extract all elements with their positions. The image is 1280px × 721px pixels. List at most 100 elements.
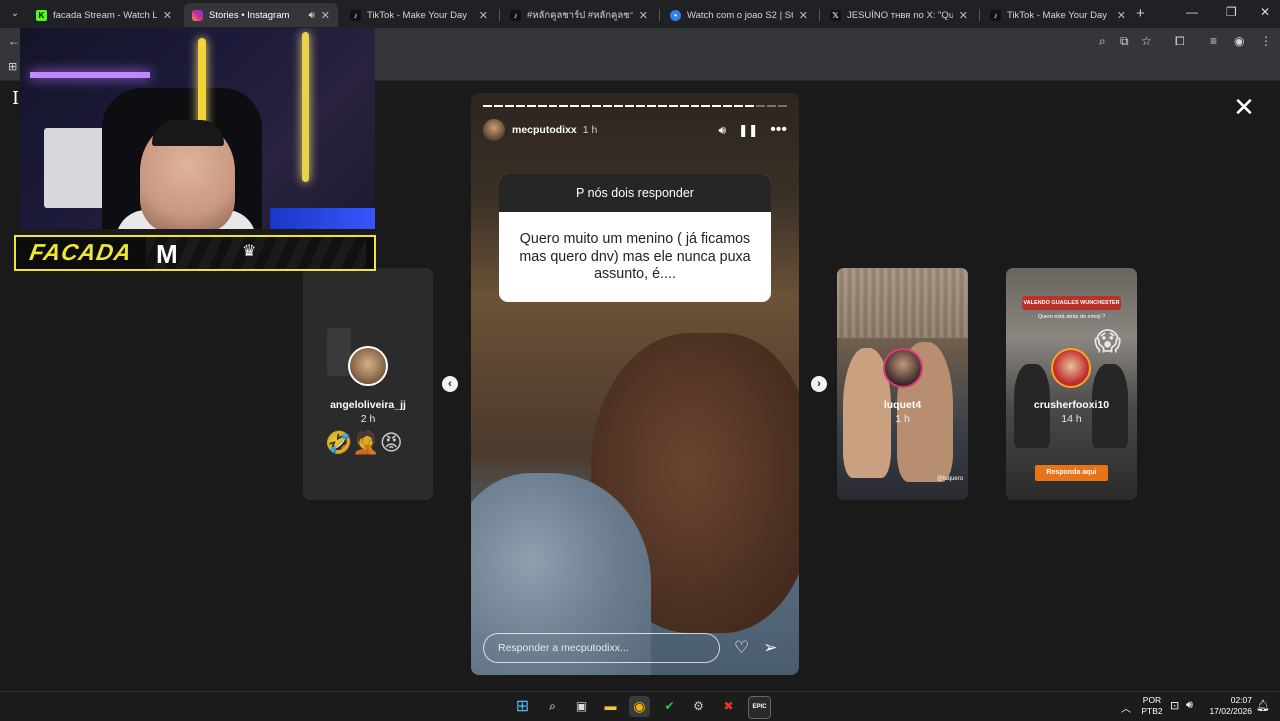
language-indicator[interactable]: POR: [1140, 695, 1164, 705]
side-story-time: 14 h: [1061, 413, 1082, 425]
tab-watch-stream[interactable]: • Watch com o joao S2 | Stream ✕: [662, 3, 816, 27]
close-tab-icon[interactable]: ✕: [799, 9, 808, 22]
cast-icon[interactable]: ⧉: [1120, 34, 1129, 48]
minimize-icon[interactable]: —: [1186, 5, 1198, 19]
clock-time[interactable]: 02:07: [1208, 695, 1252, 705]
neon-light: [302, 32, 309, 182]
close-tab-icon[interactable]: ✕: [321, 9, 330, 22]
tab-tiktok-hashtag[interactable]: ♪ #หลักคูลชาร์ป #หลักคูลชาร์ปซ่า ✕: [502, 3, 656, 27]
volume-icon[interactable]: 🔊︎: [719, 123, 727, 138]
story-avatar[interactable]: [483, 119, 505, 141]
zoom-icon[interactable]: ⌕: [1099, 34, 1106, 48]
tab-divider: [499, 9, 500, 21]
side-story-username: crusherfooxi10: [1033, 399, 1110, 411]
story-header: mecputodixx 1 h 🔊︎ ❚❚ •••: [483, 119, 787, 141]
side-story-username: luquet4: [883, 399, 922, 411]
close-tab-icon[interactable]: ✕: [163, 9, 172, 22]
tab-tiktok-1[interactable]: ♪ TikTok - Make Your Day ✕: [342, 3, 496, 27]
file-explorer-icon[interactable]: ▬: [600, 696, 621, 717]
volume-tray-icon[interactable]: 🔊︎: [1186, 699, 1193, 712]
story-preview-luquet4[interactable]: luquet4 1 h @luquero: [837, 268, 968, 500]
side-story-username: angeloliveira_jj: [330, 399, 406, 411]
bookmark-star-icon[interactable]: ☆: [1141, 34, 1152, 48]
profile-icon[interactable]: ◉: [1234, 34, 1244, 48]
task-view-icon[interactable]: ▣: [571, 696, 592, 717]
emoji-reactions: 🤣🤦😡: [325, 430, 403, 455]
clock-date[interactable]: 17/02/2026: [1206, 706, 1252, 716]
x-icon: 𝕏: [830, 9, 841, 21]
banner-letter: M: [156, 239, 178, 269]
more-options-icon[interactable]: •••: [770, 121, 787, 139]
tiktok-icon: ♪: [510, 9, 521, 21]
reply-bar: ♡ ➢: [483, 632, 787, 664]
kick-icon: K: [36, 9, 47, 21]
tab-divider: [819, 9, 820, 21]
scared-emoji-icon: 😱: [1094, 326, 1122, 356]
notification-icon[interactable]: 🔔︎: [1256, 699, 1270, 712]
reply-input[interactable]: [483, 633, 720, 663]
story-preview-crusherfooxi10[interactable]: VALENDO GUAGLES WUNCHESTER Quem está atr…: [1006, 268, 1137, 500]
led-strip: [270, 208, 375, 229]
tab-strip: ⌄ K facada Stream - Watch Live on ✕ Stor…: [0, 0, 1280, 28]
send-icon[interactable]: ➢: [763, 638, 777, 658]
new-tab-plus-icon[interactable]: +: [1136, 5, 1145, 22]
network-icon[interactable]: ⊡: [1170, 699, 1179, 712]
pause-icon[interactable]: ❚❚: [738, 123, 758, 137]
tab-divider: [659, 9, 660, 21]
photo-tag: @luquero: [937, 476, 964, 482]
tab-instagram-stories[interactable]: Stories • Instagram 🔊︎ ✕: [184, 3, 338, 27]
banner-logo-text: FACADA: [27, 239, 135, 265]
close-tab-icon[interactable]: ✕: [639, 9, 648, 22]
avatar-luquet4: [883, 348, 923, 388]
story-progress-bar: [483, 105, 787, 107]
restore-icon[interactable]: ❐: [1226, 5, 1237, 19]
story-time: 1 h: [582, 124, 598, 136]
respond-here-button: Responda aqui: [1035, 465, 1108, 481]
avatar-angeloliveira: [348, 346, 388, 386]
speaker-icon[interactable]: 🔊︎: [308, 10, 314, 21]
media-queue-icon[interactable]: ≡: [1210, 34, 1217, 48]
story-username[interactable]: mecputodixx: [512, 124, 577, 136]
keyboard-layout[interactable]: PTB2: [1140, 706, 1164, 716]
tab-divider: [979, 9, 980, 21]
close-tab-icon[interactable]: ✕: [959, 9, 968, 22]
active-story[interactable]: mecputodixx 1 h 🔊︎ ❚❚ ••• P nós dois res…: [471, 93, 799, 675]
windows-start-icon[interactable]: ⊞: [512, 696, 533, 717]
extensions-icon[interactable]: ⧠: [1175, 34, 1185, 48]
instagram-logo[interactable]: I: [12, 88, 19, 109]
story-preview-angeloliveira[interactable]: 🤣🤦😡 angeloliveira_jj 2 h: [303, 268, 433, 500]
windows-taskbar: ⊞ ⌕ ▣ ▬ ◉ ✔ ⚙ ✖ EPIC ︿ POR PTB2 ⊡ 🔊︎ 02:…: [0, 691, 1280, 721]
app-green-icon[interactable]: ✔: [659, 696, 680, 717]
close-stories-icon[interactable]: ✕: [1232, 94, 1256, 120]
streamer-cap: [152, 120, 224, 146]
back-arrow-icon[interactable]: ←: [8, 34, 20, 48]
search-icon[interactable]: ⌕: [542, 696, 563, 717]
chrome-icon[interactable]: ◉: [629, 696, 650, 717]
apps-grid-icon[interactable]: ⊞: [8, 60, 17, 74]
tab-search-chevron-icon[interactable]: ⌄: [6, 5, 24, 23]
tab-x-post[interactable]: 𝕏 JESUÍNO ᴛʜʙʀ no X: "Que AULA ✕: [822, 3, 976, 27]
instagram-icon: [192, 9, 203, 21]
previous-story-chevron-icon[interactable]: ‹: [442, 376, 458, 392]
tab-kick[interactable]: K facada Stream - Watch Live on ✕: [28, 3, 180, 27]
avatar-crusherfooxi10: [1051, 348, 1091, 388]
next-story-chevron-icon[interactable]: ›: [811, 376, 827, 392]
stream-icon: •: [670, 9, 681, 21]
side-story-time: 2 h: [360, 413, 376, 425]
side-story-time: 1 h: [895, 413, 910, 425]
webcam-overlay: [20, 28, 375, 229]
kebab-menu-icon[interactable]: ⋮: [1260, 34, 1272, 48]
close-tab-icon[interactable]: ✕: [479, 9, 488, 22]
heart-icon[interactable]: ♡: [734, 638, 749, 658]
app-x-icon[interactable]: ✖: [718, 696, 739, 717]
question-sticker-body: Quero muito um menino ( já ficamos mas q…: [519, 231, 751, 282]
steam-icon[interactable]: ⚙: [688, 696, 709, 717]
close-tab-icon[interactable]: ✕: [1117, 9, 1126, 22]
story-banner: VALENDO GUAGLES WUNCHESTER: [1022, 296, 1121, 310]
tiktok-icon: ♪: [990, 9, 1001, 21]
epic-games-icon[interactable]: EPIC: [748, 696, 771, 719]
window-close-icon[interactable]: ✕: [1260, 5, 1270, 19]
question-sticker: P nós dois responder Quero muito um meni…: [499, 174, 771, 302]
tab-tiktok-2[interactable]: ♪ TikTok - Make Your Day ✕: [982, 3, 1134, 27]
tray-chevron-icon[interactable]: ︿: [1121, 700, 1131, 715]
